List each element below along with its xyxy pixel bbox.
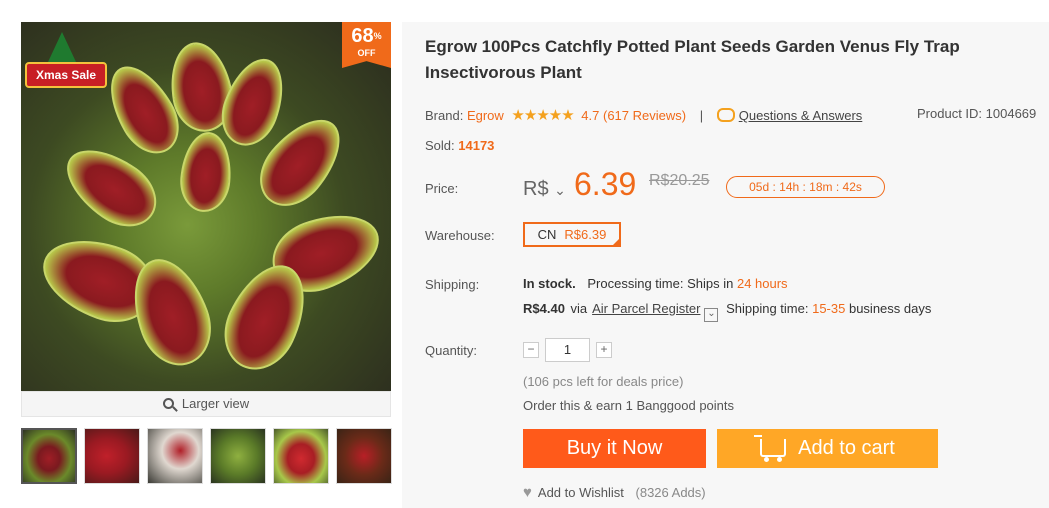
magnifier-icon: [162, 398, 174, 409]
meta-separator: |: [699, 108, 704, 123]
larger-view-button[interactable]: Larger view: [21, 391, 391, 417]
thumbnail-2[interactable]: [84, 428, 140, 484]
add-to-cart-label: Add to cart: [798, 437, 895, 459]
sold-label: Sold:: [425, 138, 455, 153]
shipping-time-label: Shipping time:: [726, 301, 809, 316]
discount-off-label: OFF: [357, 48, 376, 58]
rating-stars: ★★★★★: [511, 107, 574, 124]
brand-label: Brand:: [425, 108, 464, 123]
reviews-link[interactable]: (617 Reviews): [603, 108, 686, 123]
quantity-stepper: − 1 +: [523, 338, 612, 362]
sold-count: 14173: [458, 138, 495, 153]
warehouse-label: Warehouse:: [425, 228, 495, 243]
quantity-input[interactable]: 1: [545, 338, 590, 362]
currency-selector[interactable]: R$ ⌄: [523, 178, 566, 201]
sold-row: Sold: 14173: [425, 138, 494, 153]
wishlist-row: ♥ Add to Wishlist (8326 Adds): [523, 484, 706, 501]
shipping-label: Shipping:: [425, 277, 480, 292]
processing-prefix: Ships in: [687, 276, 734, 291]
brand-link[interactable]: Egrow: [467, 108, 504, 123]
original-price: R$20.25: [649, 172, 710, 189]
points-note: Order this & earn 1 Banggood points: [523, 398, 735, 413]
product-title: Egrow 100Pcs Catchfly Potted Plant Seeds…: [425, 37, 960, 82]
current-price: 6.39: [574, 166, 637, 202]
quantity-label: Quantity:: [425, 343, 478, 358]
wishlist-count: (8326 Adds): [635, 485, 706, 500]
add-to-wishlist-link[interactable]: Add to Wishlist: [538, 485, 624, 500]
thumbnail-strip: [21, 428, 392, 484]
heart-icon[interactable]: ♥: [523, 484, 532, 501]
product-id-label: Product ID:: [917, 106, 983, 121]
shipping-method-link[interactable]: Air Parcel Register: [592, 301, 700, 316]
thumbnail-5[interactable]: [273, 428, 329, 484]
thumbnail-1[interactable]: [21, 428, 77, 484]
larger-view-label: Larger view: [181, 396, 250, 411]
stock-status: In stock.: [523, 276, 576, 291]
discount-percent-sign: %: [373, 31, 382, 41]
deal-countdown: 05d : 14h : 18m : 42s: [726, 176, 885, 198]
chevron-down-icon: ⌄: [554, 182, 566, 198]
processing-time: 24 hours: [736, 276, 788, 291]
currency-code: R$: [523, 178, 549, 200]
quantity-decrease-button[interactable]: −: [523, 342, 539, 358]
warehouse-code: CN: [537, 227, 557, 242]
shipping-cost: R$4.40: [523, 301, 565, 316]
shipping-via: via: [570, 301, 588, 316]
shipping-method-row: R$4.40 via Air Parcel Register ⌄ Shipping…: [523, 301, 931, 322]
price-label: Price:: [425, 181, 459, 196]
warehouse-price: R$6.39: [564, 227, 607, 242]
xmas-tree-icon: [48, 32, 76, 62]
stock-row: In stock. Processing time: Ships in 24 h…: [523, 276, 788, 291]
add-to-cart-button[interactable]: Add to cart: [717, 429, 938, 468]
thumbnail-6[interactable]: [336, 428, 392, 484]
product-id-value: 1004669: [985, 106, 1037, 121]
thumbnail-3[interactable]: [147, 428, 203, 484]
selected-check-icon: [611, 237, 621, 247]
thumbnail-4[interactable]: [210, 428, 266, 484]
questions-answers-link[interactable]: Questions & Answers: [739, 108, 863, 123]
product-meta-row: Brand: Egrow ★★★★★ 4.7 (617 Reviews) | Q…: [425, 106, 862, 124]
shipping-time-value: 15-35: [812, 301, 846, 316]
deals-note: (106 pcs left for deals price): [523, 374, 684, 389]
rating-value: 4.7: [581, 108, 600, 123]
processing-label: Processing time:: [587, 276, 684, 291]
product-id: Product ID: 1004669: [917, 106, 1036, 121]
discount-percent: 68: [351, 25, 374, 47]
dropdown-toggle-icon[interactable]: ⌄: [704, 308, 719, 322]
xmas-sale-badge: Xmas Sale: [25, 62, 107, 88]
chat-bubble-icon: [716, 108, 735, 122]
discount-badge: 68% OFF: [342, 22, 391, 68]
quantity-increase-button[interactable]: +: [596, 342, 612, 358]
buy-now-button[interactable]: Buy it Now: [523, 429, 706, 468]
shopping-cart-icon: [754, 435, 787, 462]
warehouse-option-cn[interactable]: CN R$6.39: [523, 222, 621, 247]
shipping-time-unit: business days: [848, 301, 932, 316]
